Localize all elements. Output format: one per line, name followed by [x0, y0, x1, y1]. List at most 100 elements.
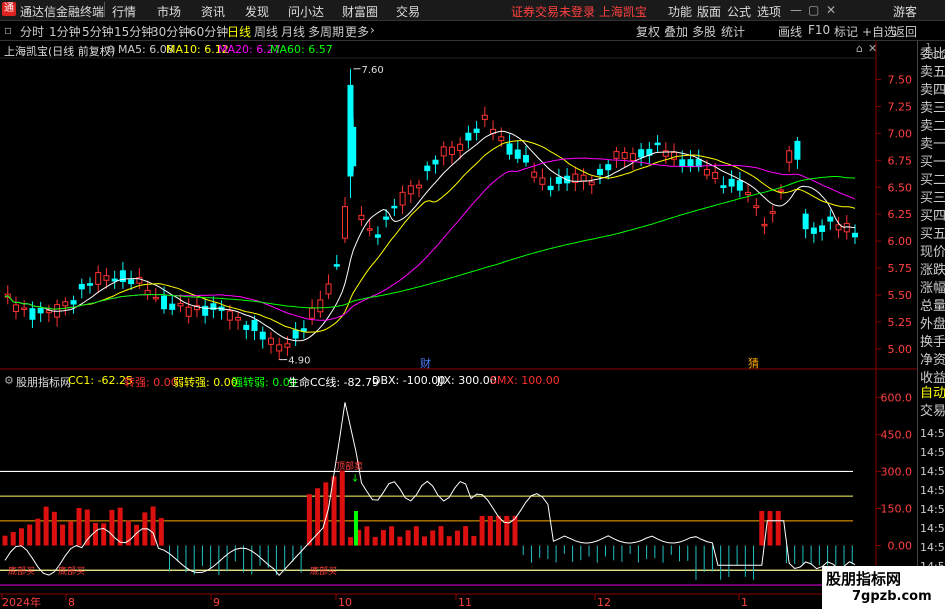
sell-label: 顶部卖	[336, 460, 363, 472]
candle-body	[819, 225, 826, 232]
histogram-bar	[210, 545, 212, 568]
histogram-bar	[323, 482, 329, 546]
candle-body	[391, 205, 398, 209]
candle-body	[226, 310, 233, 321]
candle-body	[309, 307, 316, 319]
histogram-bar	[251, 545, 253, 575]
candle-body	[810, 227, 817, 234]
candle-body	[440, 146, 447, 157]
auto-label[interactable]: 自动	[920, 385, 945, 403]
life-cc-line	[4, 402, 856, 576]
candle-body	[720, 185, 727, 188]
histogram-bar	[438, 526, 444, 546]
tick-time: 14:56	[920, 465, 945, 478]
candle-body	[358, 214, 365, 221]
histogram-bar	[43, 506, 49, 546]
histogram-bar	[687, 545, 689, 561]
candle-body	[687, 159, 694, 168]
candle-body	[284, 343, 291, 348]
candle-body	[267, 337, 274, 345]
candle-body	[580, 174, 587, 182]
histogram-bar	[150, 506, 156, 546]
x-tick-label: 8	[68, 596, 75, 609]
candle-body	[736, 180, 743, 191]
histogram-bar	[670, 545, 672, 555]
histogram-bar	[454, 530, 460, 546]
candle-body	[399, 191, 406, 206]
candle-body	[745, 191, 752, 196]
candle-body	[243, 324, 250, 330]
candle-body	[62, 301, 69, 307]
y-tick-label: 6.25	[888, 208, 913, 221]
histogram-bar	[463, 526, 469, 546]
histogram-bar	[300, 545, 302, 573]
ma-line	[4, 130, 856, 342]
candle-body	[629, 153, 636, 161]
histogram-bar	[422, 536, 428, 546]
histogram-bar	[851, 545, 853, 565]
histogram-bar	[522, 545, 524, 555]
histogram-bar	[60, 524, 66, 546]
histogram-bar	[843, 545, 845, 565]
panel-item: 买三	[920, 191, 945, 206]
candle-body	[416, 184, 423, 189]
histogram-bar	[572, 545, 574, 562]
ind-y-tick-label: 300.0	[881, 465, 913, 478]
weibi-label: 委比	[920, 47, 945, 62]
signal-bar	[353, 510, 358, 546]
histogram-bar	[226, 545, 228, 572]
histogram-bar	[380, 530, 386, 546]
histogram-bar	[802, 545, 804, 565]
candle-body	[29, 308, 36, 320]
panel-item: 换手	[920, 335, 945, 350]
quote-side-panel: 1 1000 委比 卖五 卖四 卖三 卖二 卖一 买一 买二 买三 买四 买五 现价 涨跌 涨幅 总量 外盘换…	[917, 41, 945, 609]
histogram-bar	[563, 545, 565, 554]
histogram-bar	[555, 545, 557, 563]
histogram-bar	[315, 488, 321, 546]
stock-chart-area[interactable]: 7.60 4.90 财 猜 ↓ 底部买 底部买 底部买 顶部卖 7.50 7.25 7.00 6.7…	[0, 0, 945, 609]
histogram-bar	[284, 545, 286, 572]
histogram-bar	[446, 536, 452, 546]
histogram-bar	[818, 545, 820, 566]
candle-body	[432, 159, 439, 165]
candle-body	[794, 140, 801, 160]
candle-body	[276, 344, 283, 352]
histogram-bar	[18, 528, 24, 546]
tick-time: 14:56	[920, 446, 945, 459]
histogram-bar	[76, 507, 82, 546]
histogram-bar	[2, 535, 8, 546]
histogram-bar	[637, 545, 639, 563]
panel-item: 卖二	[920, 119, 945, 134]
histogram-bar	[695, 545, 697, 580]
ind-y-tick-label: 600.0	[881, 391, 913, 404]
panel-item: 买二	[920, 173, 945, 188]
trade-label[interactable]: 交易	[920, 403, 945, 421]
histogram-bar	[413, 526, 419, 546]
histogram-bar	[275, 545, 277, 576]
panel-item: 买五	[920, 227, 945, 242]
y-tick-label: 7.00	[888, 127, 913, 140]
histogram-bar	[835, 545, 837, 566]
candle-body	[638, 149, 645, 158]
histogram-bar	[372, 536, 378, 546]
histogram-bar	[753, 545, 755, 580]
buy-label: 底部买	[310, 565, 337, 577]
histogram-bar	[759, 510, 765, 546]
candle-body	[111, 278, 118, 282]
candle-body	[827, 216, 834, 222]
candle-body	[37, 308, 44, 314]
watermark-url: 7gpzb.com	[852, 589, 932, 604]
candle-body	[366, 228, 373, 231]
candle-body	[317, 299, 324, 313]
histogram-bar	[530, 545, 532, 563]
candle-body	[703, 168, 710, 176]
panel-item: 总量	[920, 299, 945, 314]
y-tick-label: 5.50	[888, 289, 913, 302]
down-arrow-icon: ↓	[351, 473, 359, 484]
histogram-bar	[629, 545, 631, 554]
histogram-bar	[397, 536, 403, 546]
histogram-bar	[654, 545, 656, 559]
tick-time: 14:56	[920, 503, 945, 516]
candle-body	[514, 149, 521, 159]
candle-body	[87, 283, 93, 286]
